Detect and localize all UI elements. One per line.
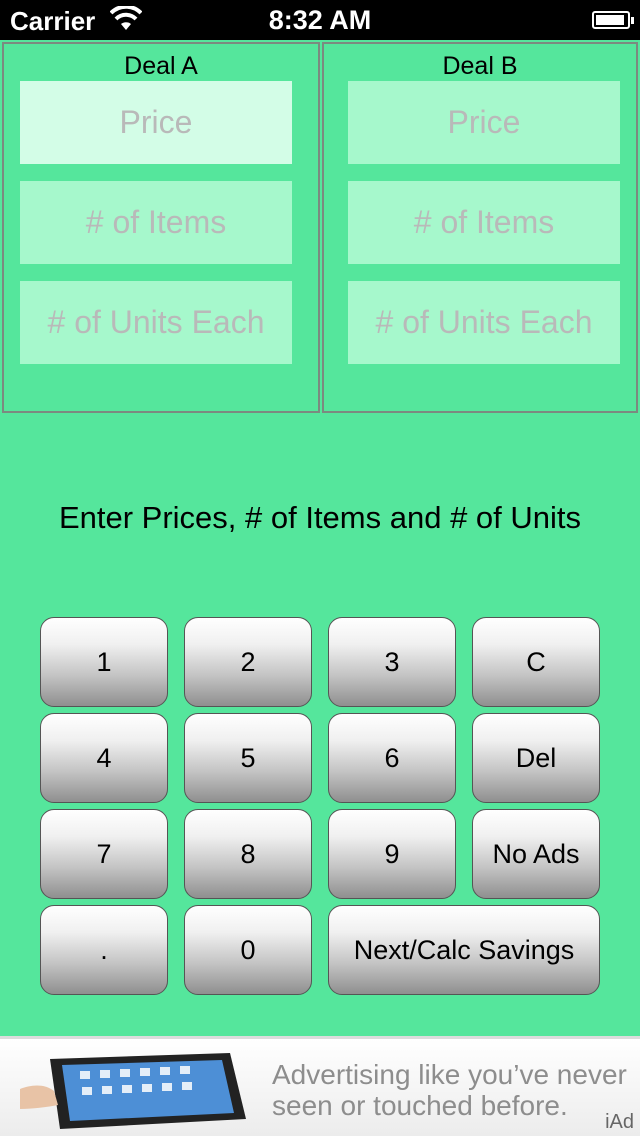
no-ads-button[interactable]: No Ads bbox=[472, 809, 600, 899]
deal-b-title: Deal B bbox=[442, 52, 518, 80]
deal-b-items-field[interactable]: # of Items bbox=[348, 181, 620, 264]
key-8-button[interactable]: 8 bbox=[184, 809, 312, 899]
deal-b-price-field[interactable]: Price bbox=[348, 81, 620, 164]
tablet-image bbox=[20, 1053, 246, 1129]
iad-badge: iAd bbox=[605, 1111, 634, 1133]
key-4-button[interactable]: 4 bbox=[40, 713, 168, 803]
ad-banner[interactable]: Advertising like you’ve never seen or to… bbox=[0, 1036, 640, 1136]
key-9-button[interactable]: 9 bbox=[328, 809, 456, 899]
key-2-button[interactable]: 2 bbox=[184, 617, 312, 707]
status-bar: Carrier 8:32 AM bbox=[0, 0, 640, 40]
deal-a-title: Deal A bbox=[124, 52, 198, 80]
deal-b-panel: Deal B Price # of Items # of Units Each bbox=[322, 42, 638, 413]
key-5-button[interactable]: 5 bbox=[184, 713, 312, 803]
deal-a-units-field[interactable]: # of Units Each bbox=[20, 281, 292, 364]
clear-button[interactable]: C bbox=[472, 617, 600, 707]
deal-a-panel: Deal A Price # of Items # of Units Each bbox=[2, 42, 320, 413]
key-3-button[interactable]: 3 bbox=[328, 617, 456, 707]
ad-text: Advertising like you’ve never seen or to… bbox=[272, 1059, 627, 1121]
deal-a-items-field[interactable]: # of Items bbox=[20, 181, 292, 264]
instructions-text: Enter Prices, # of Items and # of Units bbox=[58, 500, 582, 535]
key-7-button[interactable]: 7 bbox=[40, 809, 168, 899]
key-0-button[interactable]: 0 bbox=[184, 905, 312, 995]
decimal-point-button[interactable]: . bbox=[40, 905, 168, 995]
delete-button[interactable]: Del bbox=[472, 713, 600, 803]
clock: 8:32 AM bbox=[268, 5, 372, 35]
next-calc-savings-button[interactable]: Next/Calc Savings bbox=[328, 905, 600, 995]
deal-a-price-field[interactable]: Price bbox=[20, 81, 292, 164]
battery-icon bbox=[592, 11, 634, 29]
key-6-button[interactable]: 6 bbox=[328, 713, 456, 803]
key-1-button[interactable]: 1 bbox=[40, 617, 168, 707]
deal-b-units-field[interactable]: # of Units Each bbox=[348, 281, 620, 364]
